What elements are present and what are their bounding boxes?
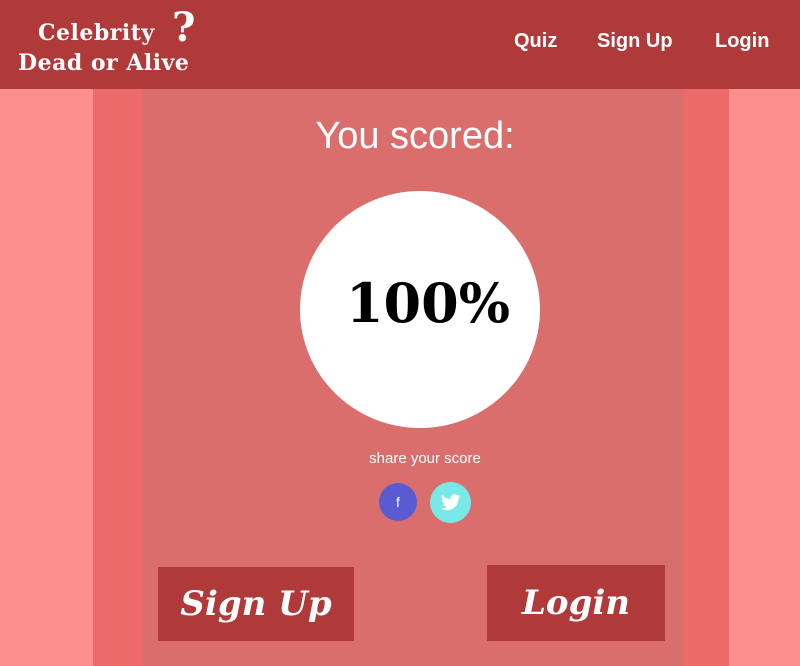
nav-login-link[interactable]: Login bbox=[715, 30, 769, 53]
signup-button[interactable]: Sign Up bbox=[158, 567, 354, 641]
logo-line-2: Dead or Alive bbox=[18, 50, 190, 76]
login-button[interactable]: Login bbox=[487, 565, 665, 641]
logo-question-mark: ? bbox=[172, 4, 196, 51]
share-score-label: share your score bbox=[369, 450, 481, 467]
score-heading: You scored: bbox=[315, 115, 515, 157]
nav-quiz-link[interactable]: Quiz bbox=[514, 30, 557, 53]
score-value: 100% bbox=[345, 271, 511, 335]
logo-line-1: Celebrity bbox=[38, 20, 155, 46]
twitter-share-button[interactable] bbox=[430, 482, 471, 523]
twitter-icon bbox=[440, 494, 461, 511]
facebook-icon: f bbox=[396, 494, 400, 510]
site-logo[interactable]: Celebrity ? Dead or Alive bbox=[18, 8, 208, 78]
facebook-share-button[interactable]: f bbox=[379, 483, 417, 521]
site-header: Celebrity ? Dead or Alive Quiz Sign Up L… bbox=[0, 0, 800, 89]
score-circle: 100% bbox=[300, 191, 540, 428]
nav-signup-link[interactable]: Sign Up bbox=[597, 30, 673, 53]
